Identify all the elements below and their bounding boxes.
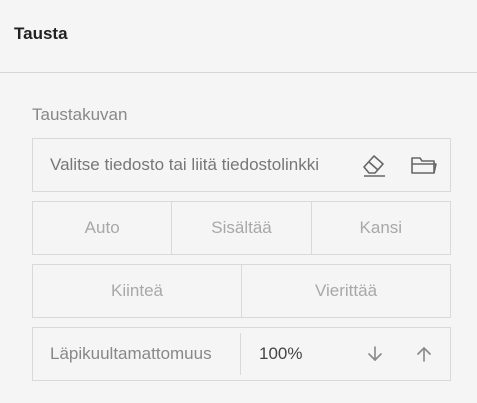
eraser-icon[interactable]	[359, 151, 389, 179]
size-option-auto[interactable]: Auto	[33, 202, 171, 254]
background-image-field	[32, 138, 451, 192]
opacity-label: Läpikuultamattomuus	[50, 344, 212, 363]
opacity-value[interactable]: 100%	[259, 328, 302, 380]
background-image-input[interactable]	[50, 139, 350, 191]
size-option-cover[interactable]: Kansi	[310, 202, 450, 254]
opacity-divider	[240, 333, 241, 375]
background-attachment-group: Kiinteä Vierittää	[32, 264, 451, 318]
folder-icon[interactable]	[409, 151, 439, 179]
attachment-option-fixed[interactable]: Kiinteä	[33, 265, 241, 317]
opacity-field: Läpikuultamattomuus 100%	[32, 327, 451, 381]
background-image-label: Taustakuvan	[32, 105, 128, 124]
panel-header: Tausta	[0, 0, 477, 73]
size-option-contain[interactable]: Sisältää	[171, 202, 310, 254]
arrow-down-icon[interactable]	[362, 341, 388, 367]
background-size-group: Auto Sisältää Kansi	[32, 201, 451, 255]
arrow-up-icon[interactable]	[411, 341, 437, 367]
attachment-option-scroll[interactable]: Vierittää	[241, 265, 450, 317]
panel-title: Tausta	[14, 24, 68, 43]
